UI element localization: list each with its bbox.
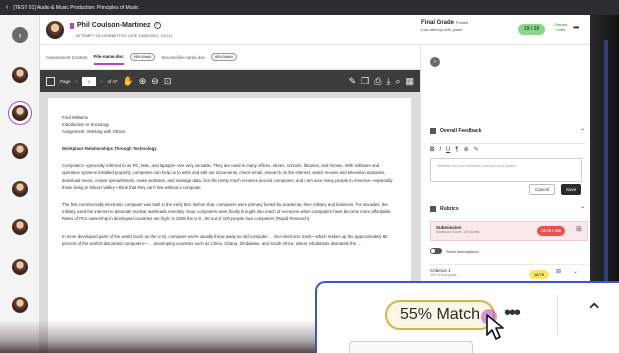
overdue-info[interactable]: Overdue Limits xyxy=(554,23,567,32)
doc-author: Fred Williams xyxy=(62,115,89,120)
tab-file-1[interactable]: File-name.doc xyxy=(93,50,124,65)
doc-paragraph: Computers—generally referred to as PC, M… xyxy=(62,163,393,190)
zoom-out-icon[interactable]: ⊖ xyxy=(151,76,159,86)
underline-icon[interactable]: U xyxy=(446,147,450,153)
doc-paragraph: In more developed parts of the world (su… xyxy=(62,233,388,246)
page-label: Page xyxy=(60,78,71,84)
final-grade-label: Final Grade xyxy=(421,20,455,26)
show-descriptions-label: Show descriptions xyxy=(446,248,479,254)
chevron-up-icon[interactable]: ⌃ xyxy=(585,294,603,330)
grid-view-icon[interactable]: ▦ xyxy=(405,76,414,86)
avatar xyxy=(46,21,64,39)
doc-course: Introduction to Sociology xyxy=(62,122,110,127)
similarity-match-badge[interactable]: 55% Match xyxy=(385,300,495,330)
overall-feedback-header[interactable]: Overall Feedback ⌃ xyxy=(430,123,585,139)
cursor-pointer-icon xyxy=(486,314,504,340)
feedback-input[interactable]: Students see your feedback when you post… xyxy=(430,158,582,182)
chevron-up-icon[interactable]: ⌃ xyxy=(580,128,585,135)
format-toolbar: B I U ¶ ⊕ ✎ xyxy=(430,143,585,155)
fit-page-icon[interactable]: ⊡ xyxy=(164,76,172,86)
attempt-info: ATTEMPT 2/2 (SUBMITTED LATE 10/06/2021, … xyxy=(76,33,173,38)
student-avatar[interactable] xyxy=(12,181,28,197)
final-grade-block: Final Grade Posted Last attempt with gra… xyxy=(421,20,468,32)
chevron-up-icon[interactable]: ⌃ xyxy=(580,206,585,213)
panel-back-icon[interactable]: › xyxy=(430,57,440,67)
tab-file-2[interactable]: Second-file-name.doc xyxy=(161,51,205,64)
student-rail: › xyxy=(0,15,40,353)
rubrics-header[interactable]: Rubrics ⌃ xyxy=(430,201,585,217)
annotate-icon[interactable]: ✎ xyxy=(349,76,357,86)
bottom-scrim xyxy=(0,320,315,353)
zoom-callout: 55% Match ••• ⌃ xyxy=(315,281,619,353)
save-button[interactable]: Save xyxy=(561,184,582,195)
rail-back-icon[interactable]: › xyxy=(12,27,28,43)
grade-sub: Last attempt with grade xyxy=(421,27,463,32)
show-descriptions-toggle[interactable] xyxy=(430,248,442,254)
edit-icon[interactable]: ✎ xyxy=(474,146,479,153)
submission-score[interactable]: 18.75 / 100 xyxy=(537,226,566,236)
feedback-icon xyxy=(430,128,436,134)
prev-page-icon[interactable]: ‹ xyxy=(76,79,78,84)
download-icon[interactable]: ⤓ xyxy=(386,76,390,86)
match-badge-file-1[interactable]: 98% Match xyxy=(129,53,156,61)
submission-header: Phil Coulson-Martinez ? ATTEMPT 2/2 (SUB… xyxy=(40,15,590,45)
rubric-grid-icon[interactable]: ⊞ xyxy=(576,225,582,233)
next-page-icon[interactable]: › xyxy=(101,79,103,84)
grade-status: Posted xyxy=(455,20,469,25)
file-tabs: Assessment Content File-name.doc 98% Mat… xyxy=(40,45,420,70)
student-avatar[interactable] xyxy=(12,219,28,235)
student-avatar[interactable] xyxy=(12,143,28,159)
more-options-icon[interactable]: ••• xyxy=(573,23,579,32)
student-avatar[interactable] xyxy=(12,297,28,313)
top-bar: ‹ [TEST 01] Audio & Music Production: Pr… xyxy=(0,0,619,15)
submission-row: Submission Maximum Score: 100 points 18.… xyxy=(430,221,588,241)
page-total: of 47 xyxy=(107,78,118,84)
paragraph-icon[interactable]: ¶ xyxy=(455,147,458,153)
insert-icon[interactable]: ⊕ xyxy=(464,146,469,153)
student-avatar[interactable] xyxy=(12,259,28,275)
bold-icon[interactable]: B xyxy=(430,147,434,153)
final-grade-pill[interactable]: 19 / 20 xyxy=(518,24,546,35)
course-title: [TEST 01] Audio & Music Production: Prin… xyxy=(13,4,139,11)
chevron-down-icon[interactable]: ⌄ xyxy=(573,268,578,275)
doc-assignment: Assignment: Working with Others xyxy=(62,129,126,134)
back-chevron-icon[interactable]: ‹ xyxy=(6,4,8,11)
page-number-input[interactable]: 1 xyxy=(82,76,97,86)
search-icon[interactable]: ⌕ xyxy=(395,76,400,86)
tab-assessment-content[interactable]: Assessment Content xyxy=(46,51,88,64)
divider xyxy=(557,295,558,335)
student-avatar[interactable] xyxy=(12,67,28,83)
flag-icon[interactable] xyxy=(70,22,74,29)
zoom-in-icon[interactable]: ⊕ xyxy=(139,76,147,86)
panel-tab-edge xyxy=(349,341,473,353)
doc-title: Workplace Relationships Through Technolo… xyxy=(62,146,157,151)
sidebar-toggle-icon[interactable] xyxy=(46,76,55,86)
rubric-icon xyxy=(430,206,436,212)
copy-icon[interactable]: ❐ xyxy=(361,76,369,86)
criterion-score[interactable]: 18.75 xyxy=(529,270,550,279)
rubric-grid-icon[interactable]: ⊞ xyxy=(556,268,561,275)
help-icon[interactable]: ? xyxy=(153,22,161,29)
print-icon[interactable]: ⎙ xyxy=(374,76,381,86)
italic-icon[interactable]: I xyxy=(439,147,441,153)
match-badge-file-2[interactable]: 88% Match xyxy=(211,53,237,61)
student-avatar-selected[interactable] xyxy=(12,105,28,121)
cancel-button[interactable]: Cancel xyxy=(529,184,556,195)
doc-paragraph: The first commercially electronic comput… xyxy=(62,202,392,222)
pan-hand-icon[interactable]: ✋ xyxy=(123,76,134,86)
student-name: Phil Coulson-Martinez xyxy=(77,22,151,29)
viewer-toolbar: Page ‹ 1 › of 47 ✋ ⊕ ⊖ ⊡ ✎ ❐ ⎙ ⤓ ⌕ ▦ xyxy=(40,70,420,92)
